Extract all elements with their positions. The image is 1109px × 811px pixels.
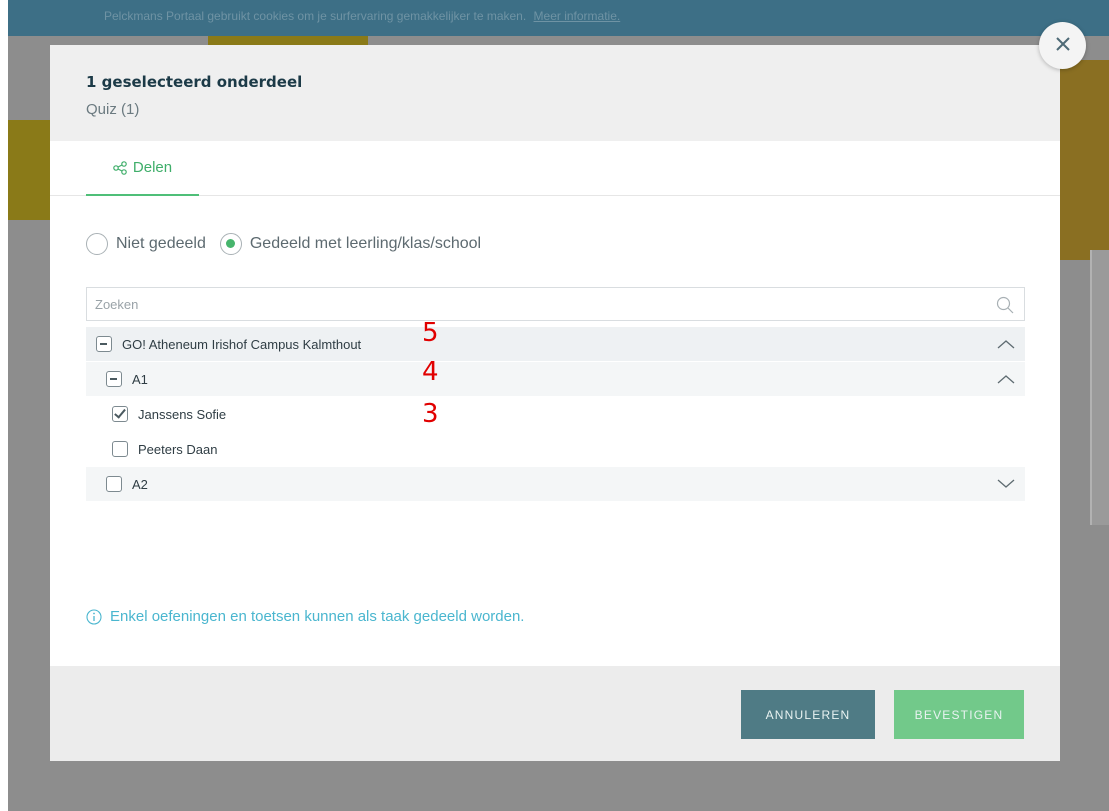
info-note: Enkel oefeningen en toetsen kunnen als t… xyxy=(86,608,524,625)
tree-label: A2 xyxy=(132,476,148,492)
checkbox-unchecked[interactable] xyxy=(112,441,128,457)
chevron-up-icon[interactable] xyxy=(997,371,1015,387)
cancel-button[interactable]: ANNULEREN xyxy=(741,690,875,739)
modal-footer: ANNULEREN BEVESTIGEN xyxy=(50,666,1060,761)
modal-title: 1 geselecteerd onderdeel xyxy=(86,73,303,91)
radio-niet-gedeeld[interactable]: Niet gedeeld xyxy=(86,233,206,255)
annotation-number: 5 xyxy=(422,318,439,348)
tree-label: Peeters Daan xyxy=(138,441,218,457)
checkbox-unchecked[interactable] xyxy=(106,476,122,492)
cookie-text: Pelckmans Portaal gebruikt cookies om je… xyxy=(104,9,620,23)
radio-unselected-icon xyxy=(86,233,108,255)
radio-selected-icon xyxy=(219,233,242,255)
search-box xyxy=(86,287,1025,321)
checkbox-partial[interactable] xyxy=(96,336,112,352)
tree-row-school[interactable]: GO! Atheneum Irishof Campus Kalmthout 5 xyxy=(86,320,1025,361)
annotation-number: 3 xyxy=(422,399,439,429)
close-icon xyxy=(1054,35,1072,57)
tree-row-student[interactable]: Peeters Daan xyxy=(86,432,1025,466)
tree-label: GO! Atheneum Irishof Campus Kalmthout xyxy=(122,336,362,352)
close-button[interactable] xyxy=(1039,22,1086,69)
checkbox-partial[interactable] xyxy=(106,371,122,387)
search-input[interactable] xyxy=(87,288,1024,320)
cookie-message: Pelckmans Portaal gebruikt cookies om je… xyxy=(104,9,527,23)
radio-label: Gedeeld met leerling/klas/school xyxy=(249,235,482,252)
search-icon[interactable] xyxy=(996,296,1014,314)
annotation-number: 4 xyxy=(422,357,439,387)
background-decoration xyxy=(1058,60,1109,260)
tree-row-class[interactable]: A1 4 xyxy=(86,357,1025,396)
tree-label: Janssens Sofie xyxy=(138,406,227,422)
background-card xyxy=(1090,250,1109,525)
share-options: Niet gedeeld Gedeeld met leerling/klas/s… xyxy=(86,231,495,257)
chevron-up-icon[interactable] xyxy=(997,336,1015,352)
checkbox-checked[interactable] xyxy=(112,406,128,422)
tree-row-class[interactable]: A2 xyxy=(86,467,1025,501)
recipient-tree: GO! Atheneum Irishof Campus Kalmthout 5 … xyxy=(86,320,1025,502)
background-decoration xyxy=(8,120,50,220)
confirm-button[interactable]: BEVESTIGEN xyxy=(894,690,1024,739)
tab-label: Delen xyxy=(132,159,173,176)
radio-label: Niet gedeeld xyxy=(116,235,206,252)
chevron-down-icon[interactable] xyxy=(997,476,1015,492)
cookie-more-info-link[interactable]: Meer informatie. xyxy=(534,9,621,23)
tab-delen[interactable]: Delen xyxy=(86,141,199,196)
tree-row-student[interactable]: Janssens Sofie 3 xyxy=(86,397,1025,431)
modal-header: 1 geselecteerd onderdeel Quiz (1) xyxy=(50,45,1060,141)
share-icon xyxy=(113,160,127,175)
tab-bar: Delen xyxy=(50,141,1060,196)
info-text: Enkel oefeningen en toetsen kunnen als t… xyxy=(110,608,525,625)
share-modal: 1 geselecteerd onderdeel Quiz (1) Delen … xyxy=(50,45,1060,761)
tree-label: A1 xyxy=(132,371,148,387)
radio-gedeeld[interactable]: Gedeeld met leerling/klas/school xyxy=(219,233,482,255)
info-icon xyxy=(86,608,102,625)
cookie-bar: Pelckmans Portaal gebruikt cookies om je… xyxy=(8,0,1109,36)
modal-subtitle: Quiz (1) xyxy=(86,101,140,118)
